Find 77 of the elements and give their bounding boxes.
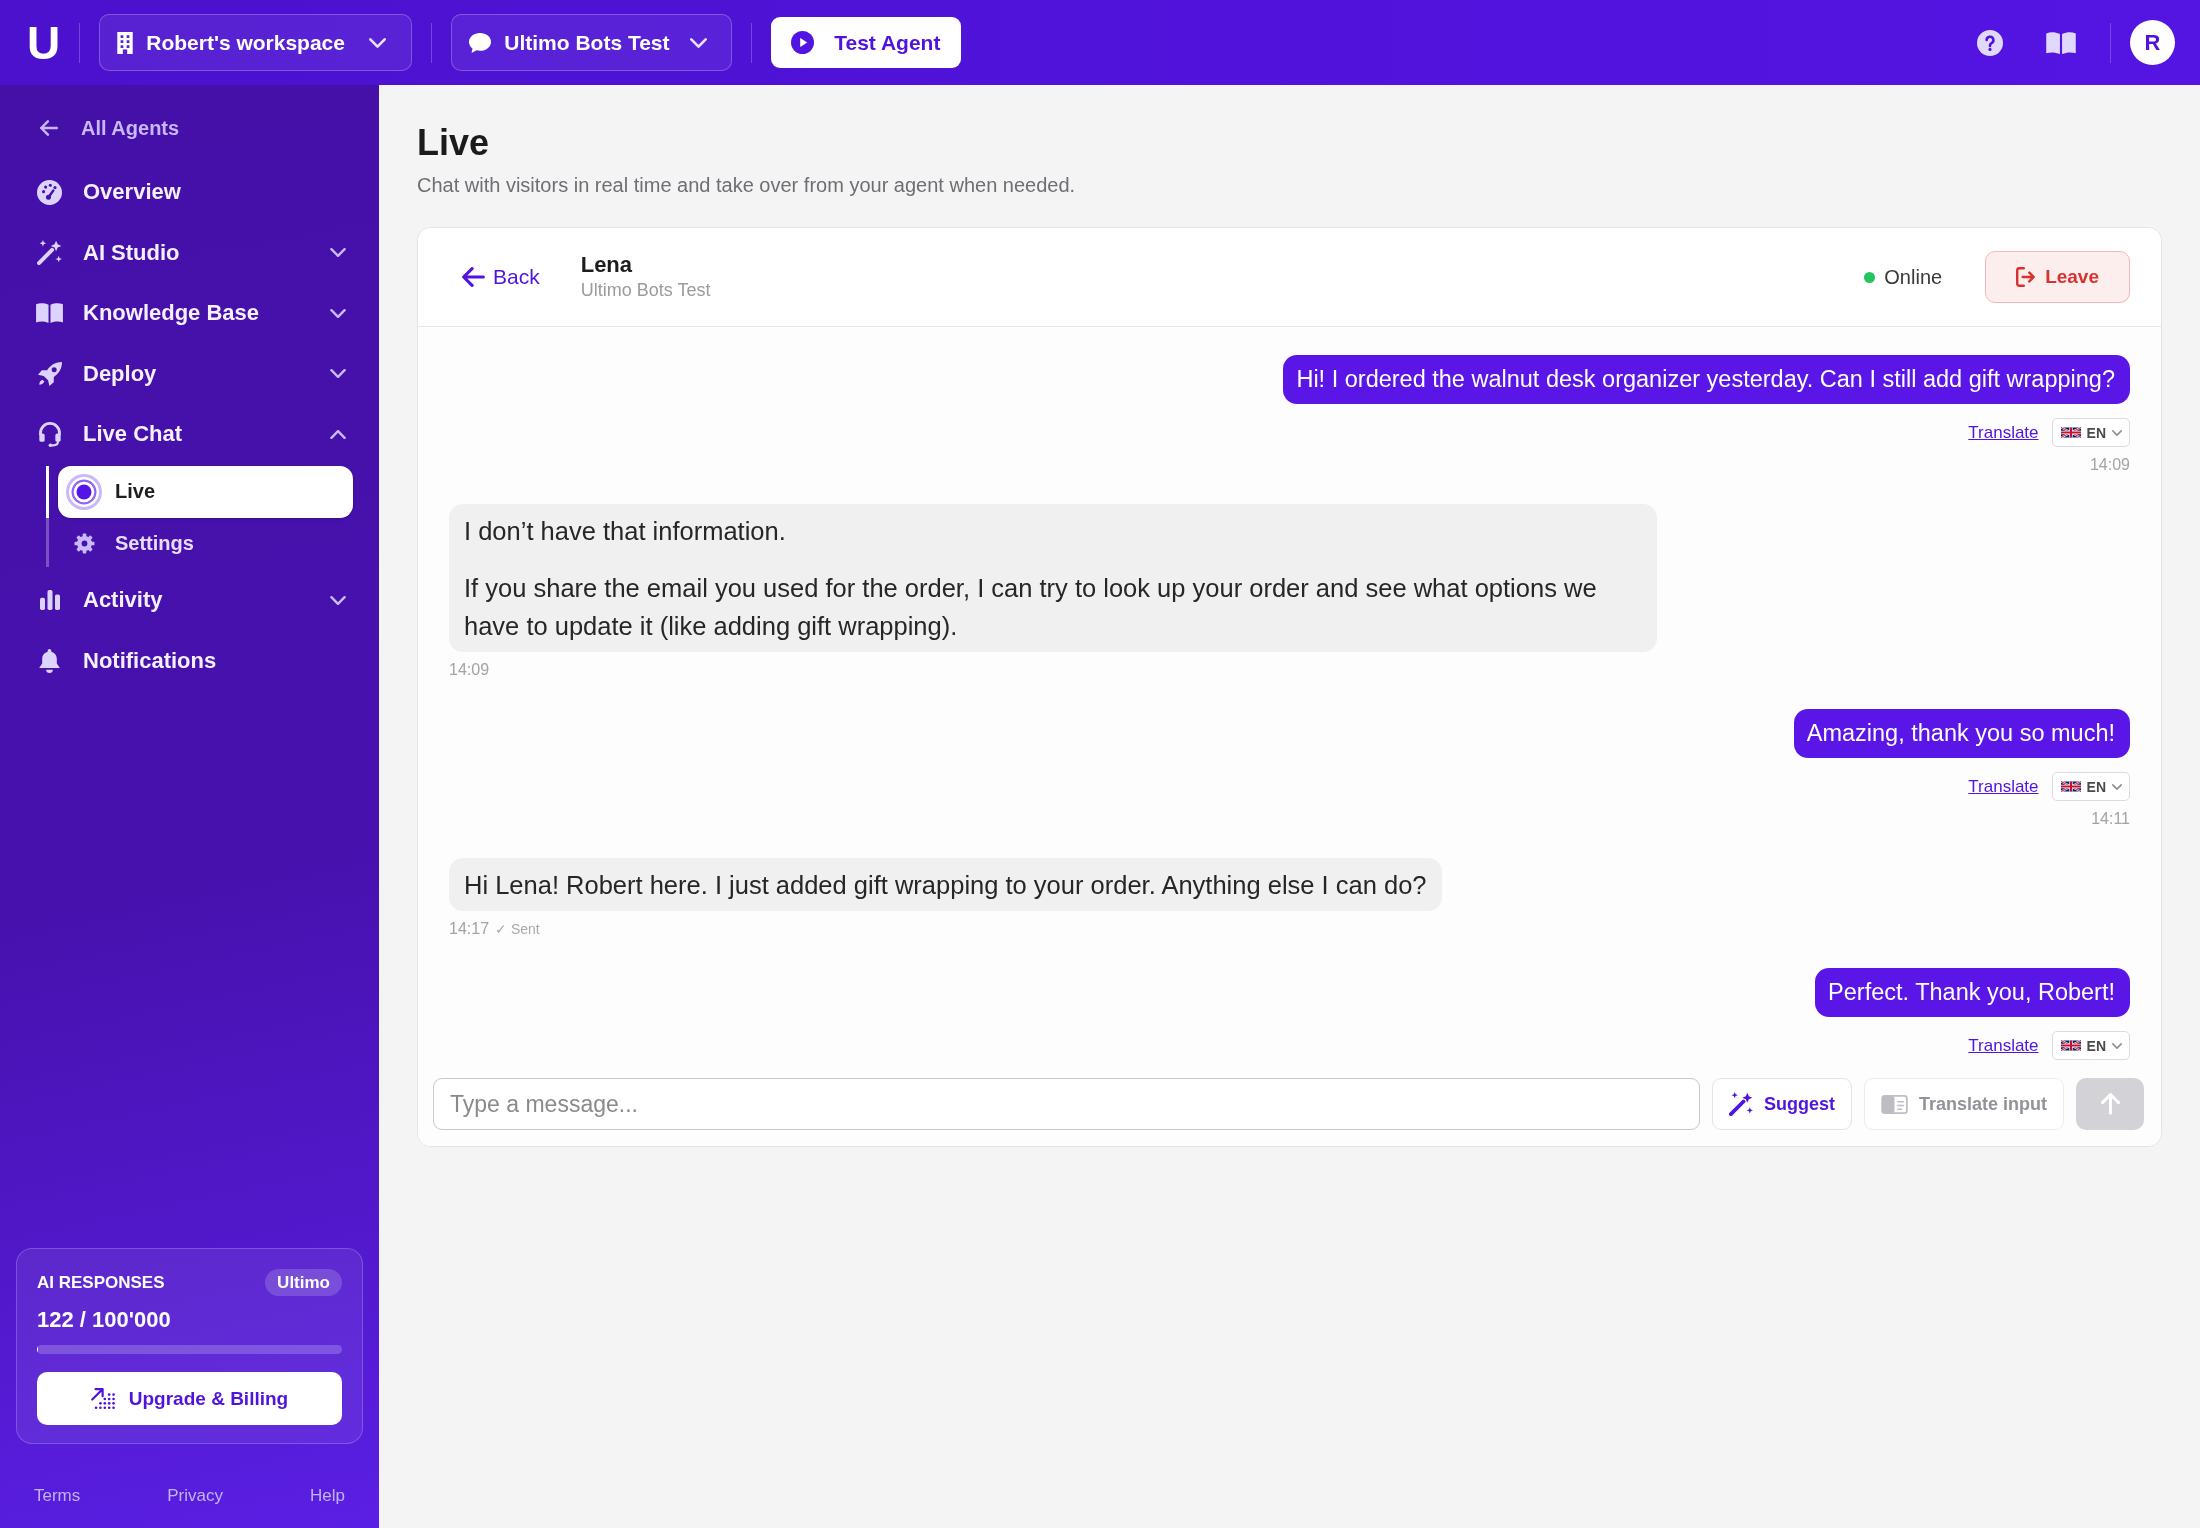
message-time: 14:09 — [2089, 456, 2130, 474]
message-text: If you share the email you used for the order, I can try to look up your order and see what options we have to update it (like adding gift wrapping). — [464, 573, 1598, 642]
subnav-item[interactable]: Live — [58, 465, 353, 518]
message-text: Perfect. Thank you, Robert! — [1828, 978, 2115, 1007]
caret-icon — [2112, 429, 2122, 436]
nav-item[interactable]: Activity — [0, 575, 379, 625]
gear-icon — [73, 533, 95, 554]
growth-arrow-icon — [90, 1388, 115, 1409]
caret-icon — [689, 37, 707, 48]
translate-link[interactable]: Translate — [1968, 1035, 2039, 1056]
page-subtitle: Chat with visitors in real time and take over from your agent when needed. — [417, 173, 1077, 198]
bell-icon — [39, 648, 60, 673]
usage-count: 122 / 100'000 — [37, 1306, 172, 1334]
target-icon — [66, 473, 102, 510]
magic-wand-icon — [1728, 1092, 1753, 1116]
caret-icon — [2112, 1042, 2122, 1049]
translate-link[interactable]: Translate — [1968, 422, 2039, 443]
nav-item[interactable]: Overview — [0, 167, 379, 217]
bar-chart-icon — [39, 590, 60, 610]
message-text: Hi! I ordered the walnut desk organizer yesterday. Can I still add gift wrapping? — [1296, 365, 2115, 394]
avatar[interactable]: R — [2130, 20, 2175, 65]
workspace-dropdown[interactable]: Robert's workspace — [99, 14, 413, 71]
flag-icon — [2060, 426, 2081, 439]
exit-icon — [2016, 267, 2036, 287]
nav-item[interactable]: Deploy — [0, 348, 379, 399]
caret-icon — [369, 37, 387, 48]
back-link[interactable]: All Agents — [0, 106, 180, 150]
arrow-left-icon — [462, 267, 485, 287]
magic-wand-icon — [37, 240, 62, 265]
book-icon[interactable] — [2046, 31, 2076, 54]
message-text: Hi Lena! Robert here. I just added gift wrapping to your order. Anything else I can do? — [464, 870, 1427, 901]
arrow-left-icon — [40, 120, 58, 136]
subnav-item[interactable]: Settings — [58, 520, 353, 567]
flag-icon — [2060, 1039, 2081, 1052]
delivery-status: ✓ Sent — [495, 920, 540, 938]
card-icon — [1880, 1094, 1908, 1114]
plan-badge: Ultimo — [265, 1269, 342, 1296]
leave-button[interactable]: Leave — [1985, 251, 2130, 303]
message-input[interactable]: Type a message... — [433, 1078, 1700, 1130]
message-text: Amazing, thank you so much! — [1806, 719, 2115, 748]
rocket-icon — [37, 361, 62, 386]
logo: U — [27, 19, 61, 66]
upgrade-button[interactable]: Upgrade & Billing — [37, 1372, 342, 1425]
language-select[interactable]: EN — [2051, 772, 2130, 801]
contact-subtitle: Ultimo Bots Test — [580, 279, 711, 302]
arrow-up-icon — [2100, 1093, 2120, 1115]
language-select[interactable]: EN — [2051, 418, 2130, 447]
message-time: 14:09 — [449, 661, 490, 679]
play-icon — [791, 31, 815, 54]
message-time: 14:17 — [449, 920, 490, 938]
back-button[interactable]: Back — [462, 265, 540, 289]
status-label: Online — [1884, 265, 1943, 289]
message-time: 14:11 — [2091, 810, 2130, 828]
footer-link[interactable]: Terms — [34, 1486, 81, 1506]
nav-item[interactable]: Knowledge Base — [0, 288, 379, 338]
suggest-button[interactable]: Suggest — [1711, 1078, 1852, 1130]
nav-item[interactable]: AI Studio — [0, 227, 379, 278]
book-icon — [36, 303, 63, 323]
headset-icon — [38, 421, 61, 447]
language-select[interactable]: EN — [2051, 1031, 2130, 1060]
message-text: I don’t have that information. — [464, 516, 787, 547]
footer-link[interactable]: Help — [310, 1486, 345, 1506]
usage-title: AI RESPONSES — [37, 1272, 165, 1293]
contact-name: Lena — [580, 252, 634, 278]
agent-dropdown[interactable]: Ultimo Bots Test — [451, 14, 733, 71]
test-agent-button[interactable]: Test Agent — [771, 17, 962, 68]
translate-link[interactable]: Translate — [1968, 776, 2039, 797]
nav-item[interactable]: Notifications — [0, 635, 379, 686]
chat-bubble-icon — [469, 32, 492, 53]
caret-icon — [2112, 783, 2122, 790]
help-icon[interactable] — [1977, 29, 2003, 56]
flag-icon — [2060, 780, 2081, 793]
gauge-icon — [37, 179, 62, 205]
page-title: Live — [417, 121, 491, 165]
building-icon — [117, 31, 134, 54]
footer-link[interactable]: Privacy — [167, 1486, 223, 1506]
nav-item[interactable]: Live Chat — [0, 409, 379, 459]
